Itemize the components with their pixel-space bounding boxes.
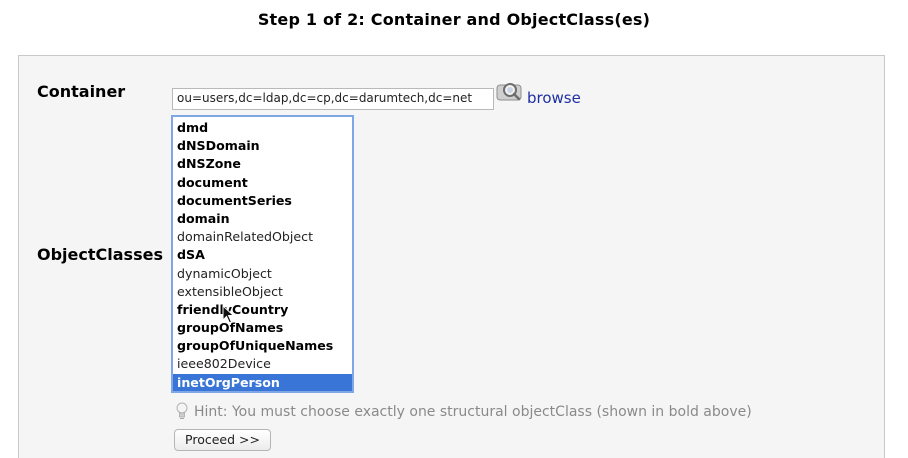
objectclass-option[interactable]: domain [173,210,352,228]
objectclass-option[interactable]: dynamicObject [173,265,352,283]
objectclass-option[interactable]: dmd [173,119,352,137]
objectclass-option[interactable]: inetOrgPerson [173,373,352,391]
page: Step 1 of 2: Container and ObjectClass(e… [0,0,908,458]
objectclasses-label: ObjectClasses [37,245,163,264]
hint-text: Hint: You must choose exactly one struct… [194,404,752,420]
objectclass-option[interactable]: documentSeries [173,192,352,210]
objectclass-option[interactable]: document [173,174,352,192]
browse-link[interactable]: browse [527,89,581,107]
mouse-pointer-icon [222,305,235,324]
container-label: Container [37,82,126,101]
proceed-button[interactable]: Proceed >> [174,429,271,451]
objectclass-option[interactable]: domainRelatedObject [173,228,352,246]
container-input[interactable]: ou=users,dc=ldap,dc=cp,dc=darumtech,dc=n… [172,88,494,110]
objectclass-option[interactable]: friendlyCountry [173,301,352,319]
objectclass-listbox[interactable]: dmd dNSDomain dNSZone document documentSerie… [171,115,354,393]
objectclass-option[interactable]: groupOfUniqueNames [173,337,352,355]
objectclass-option[interactable]: groupOfNames [173,319,352,337]
magnifier-icon[interactable] [496,80,524,102]
objectclass-option[interactable]: extensibleObject [173,283,352,301]
objectclass-option[interactable]: dSA [173,246,352,264]
step-title: Step 1 of 2: Container and ObjectClass(e… [257,10,651,29]
objectclass-option[interactable]: dNSDomain [173,137,352,155]
objectclass-option[interactable]: ieee802Device [173,355,352,373]
lightbulb-icon [176,402,188,419]
objectclass-option[interactable]: dNSZone [173,155,352,173]
